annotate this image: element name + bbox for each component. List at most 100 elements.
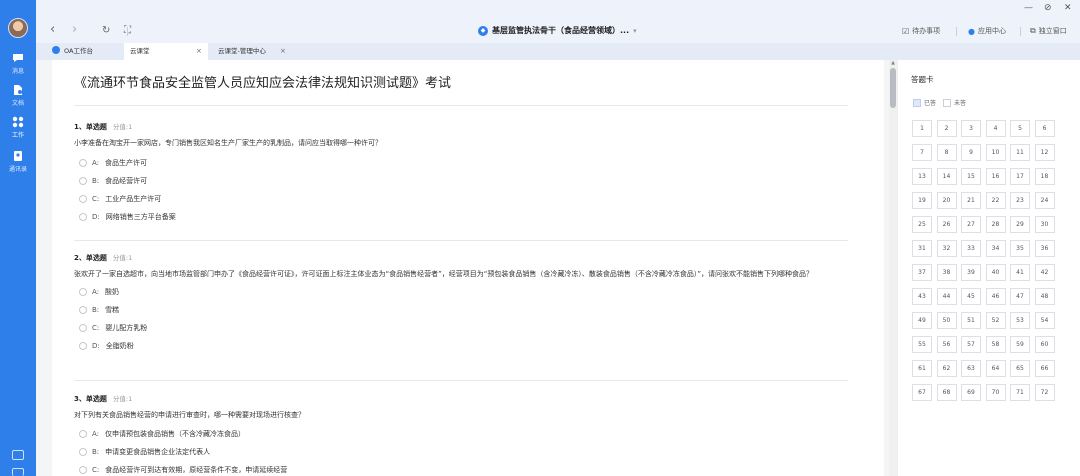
question-number-cell[interactable]: 7 bbox=[912, 144, 932, 161]
question-number-cell[interactable]: 1 bbox=[912, 120, 932, 137]
question-number-cell[interactable]: 27 bbox=[961, 216, 981, 233]
question-number-cell[interactable]: 9 bbox=[961, 144, 981, 161]
question-number-cell[interactable]: 31 bbox=[912, 240, 932, 257]
question-number-cell[interactable]: 62 bbox=[936, 360, 957, 377]
question-number-cell[interactable]: 6 bbox=[1034, 120, 1055, 137]
question-number-cell[interactable]: 63 bbox=[961, 360, 981, 377]
question-number-cell[interactable]: 20 bbox=[936, 192, 957, 209]
forward-icon[interactable]: › bbox=[72, 22, 77, 37]
radio-button[interactable] bbox=[79, 195, 87, 203]
radio-button[interactable] bbox=[79, 288, 87, 296]
question-number-cell[interactable]: 48 bbox=[1034, 288, 1055, 305]
question-number-cell[interactable]: 60 bbox=[1034, 336, 1055, 353]
todo-button[interactable]: ☑ 待办事项 bbox=[902, 26, 940, 36]
question-number-cell[interactable]: 8 bbox=[936, 144, 957, 161]
question-number-cell[interactable]: 52 bbox=[985, 312, 1006, 329]
question-number-cell[interactable]: 55 bbox=[912, 336, 932, 353]
question-number-cell[interactable]: 19 bbox=[912, 192, 932, 209]
question-number-cell[interactable]: 64 bbox=[985, 360, 1006, 377]
refresh-icon[interactable]: ↻ bbox=[102, 25, 110, 36]
question-number-cell[interactable]: 72 bbox=[1034, 384, 1055, 401]
question-number-cell[interactable]: 57 bbox=[961, 336, 981, 353]
question-number-cell[interactable]: 71 bbox=[1010, 384, 1030, 401]
tab-cloud-classroom[interactable]: 云课堂 × bbox=[124, 43, 208, 60]
radio-button[interactable] bbox=[79, 306, 87, 314]
scrollbar[interactable]: ▲ bbox=[889, 60, 897, 476]
option-a[interactable]: A: 酸奶 bbox=[74, 283, 854, 301]
question-number-cell[interactable]: 13 bbox=[912, 168, 932, 185]
option-c[interactable]: C: 食品经营许可到达有效期，原经营条件不变，申请延续经营 bbox=[74, 461, 854, 476]
edit-icon[interactable] bbox=[12, 468, 24, 476]
option-d[interactable]: D: 网络销售三方平台备案 bbox=[74, 208, 854, 226]
question-number-cell[interactable]: 26 bbox=[936, 216, 957, 233]
question-number-cell[interactable]: 30 bbox=[1034, 216, 1055, 233]
question-number-cell[interactable]: 46 bbox=[985, 288, 1006, 305]
question-number-cell[interactable]: 47 bbox=[1010, 288, 1030, 305]
tab-close-icon[interactable]: × bbox=[196, 43, 202, 60]
tab-cloud-classroom-admin[interactable]: 云课堂-管理中心 × bbox=[212, 43, 292, 60]
radio-button[interactable] bbox=[79, 177, 87, 185]
minimize-icon[interactable]: — bbox=[1024, 3, 1033, 13]
sidebar-item-documents[interactable]: 文档 bbox=[0, 84, 36, 107]
calendar-icon[interactable] bbox=[12, 450, 24, 460]
question-number-cell[interactable]: 40 bbox=[985, 264, 1006, 281]
option-a[interactable]: A: 仅申请预包装食品销售（不含冷藏冷冻食品） bbox=[74, 425, 854, 443]
radio-button[interactable] bbox=[79, 213, 87, 221]
question-number-cell[interactable]: 59 bbox=[1010, 336, 1030, 353]
question-number-cell[interactable]: 65 bbox=[1010, 360, 1030, 377]
question-number-cell[interactable]: 50 bbox=[936, 312, 957, 329]
question-number-cell[interactable]: 29 bbox=[1010, 216, 1030, 233]
question-number-cell[interactable]: 38 bbox=[936, 264, 957, 281]
question-number-cell[interactable]: 37 bbox=[912, 264, 932, 281]
standalone-window-button[interactable]: ⧉ 独立窗口 bbox=[1030, 26, 1067, 36]
restore-icon[interactable]: ⊘ bbox=[1044, 3, 1052, 13]
question-number-cell[interactable]: 66 bbox=[1034, 360, 1055, 377]
tab-close-icon[interactable]: × bbox=[280, 43, 286, 60]
question-number-cell[interactable]: 3 bbox=[961, 120, 981, 137]
document-title[interactable]: ◆ 基层监管执法骨干（食品经营领域）... ▾ bbox=[478, 25, 637, 36]
question-number-cell[interactable]: 61 bbox=[912, 360, 932, 377]
sidebar-item-contacts[interactable]: 通讯录 bbox=[0, 150, 36, 173]
question-number-cell[interactable]: 12 bbox=[1034, 144, 1055, 161]
question-number-cell[interactable]: 35 bbox=[1010, 240, 1030, 257]
question-number-cell[interactable]: 28 bbox=[985, 216, 1006, 233]
option-a[interactable]: A: 食品生产许可 bbox=[74, 154, 854, 172]
question-number-cell[interactable]: 41 bbox=[1010, 264, 1030, 281]
question-number-cell[interactable]: 4 bbox=[985, 120, 1006, 137]
question-number-cell[interactable]: 51 bbox=[961, 312, 981, 329]
option-c[interactable]: C: 工业产品生产许可 bbox=[74, 190, 854, 208]
question-number-cell[interactable]: 45 bbox=[961, 288, 981, 305]
question-number-cell[interactable]: 22 bbox=[985, 192, 1006, 209]
question-number-cell[interactable]: 56 bbox=[936, 336, 957, 353]
app-center-button[interactable]: ● 应用中心 bbox=[968, 26, 1006, 36]
question-number-cell[interactable]: 25 bbox=[912, 216, 932, 233]
question-number-cell[interactable]: 21 bbox=[961, 192, 981, 209]
option-b[interactable]: B: 雪糕 bbox=[74, 301, 854, 319]
fullscreen-icon[interactable]: ⛶ bbox=[124, 25, 131, 36]
back-icon[interactable]: ‹ bbox=[50, 22, 55, 37]
question-number-cell[interactable]: 11 bbox=[1010, 144, 1030, 161]
question-number-cell[interactable]: 10 bbox=[985, 144, 1006, 161]
question-number-cell[interactable]: 68 bbox=[936, 384, 957, 401]
question-number-cell[interactable]: 17 bbox=[1010, 168, 1030, 185]
question-number-cell[interactable]: 5 bbox=[1010, 120, 1030, 137]
question-number-cell[interactable]: 33 bbox=[961, 240, 981, 257]
question-number-cell[interactable]: 67 bbox=[912, 384, 932, 401]
option-c[interactable]: C: 婴儿配方乳粉 bbox=[74, 319, 854, 337]
radio-button[interactable] bbox=[79, 466, 87, 474]
scrollbar-thumb[interactable] bbox=[890, 68, 896, 108]
scroll-up-icon[interactable]: ▲ bbox=[890, 60, 896, 66]
question-number-cell[interactable]: 42 bbox=[1034, 264, 1055, 281]
radio-button[interactable] bbox=[79, 324, 87, 332]
option-d[interactable]: D: 全脂奶粉 bbox=[74, 337, 854, 355]
question-number-cell[interactable]: 43 bbox=[912, 288, 932, 305]
question-number-cell[interactable]: 53 bbox=[1010, 312, 1030, 329]
question-number-cell[interactable]: 2 bbox=[936, 120, 957, 137]
avatar[interactable] bbox=[8, 18, 28, 38]
question-number-cell[interactable]: 32 bbox=[936, 240, 957, 257]
option-b[interactable]: B: 食品经营许可 bbox=[74, 172, 854, 190]
question-number-cell[interactable]: 14 bbox=[936, 168, 957, 185]
question-number-cell[interactable]: 69 bbox=[961, 384, 981, 401]
question-number-cell[interactable]: 23 bbox=[1010, 192, 1030, 209]
question-number-cell[interactable]: 70 bbox=[985, 384, 1006, 401]
